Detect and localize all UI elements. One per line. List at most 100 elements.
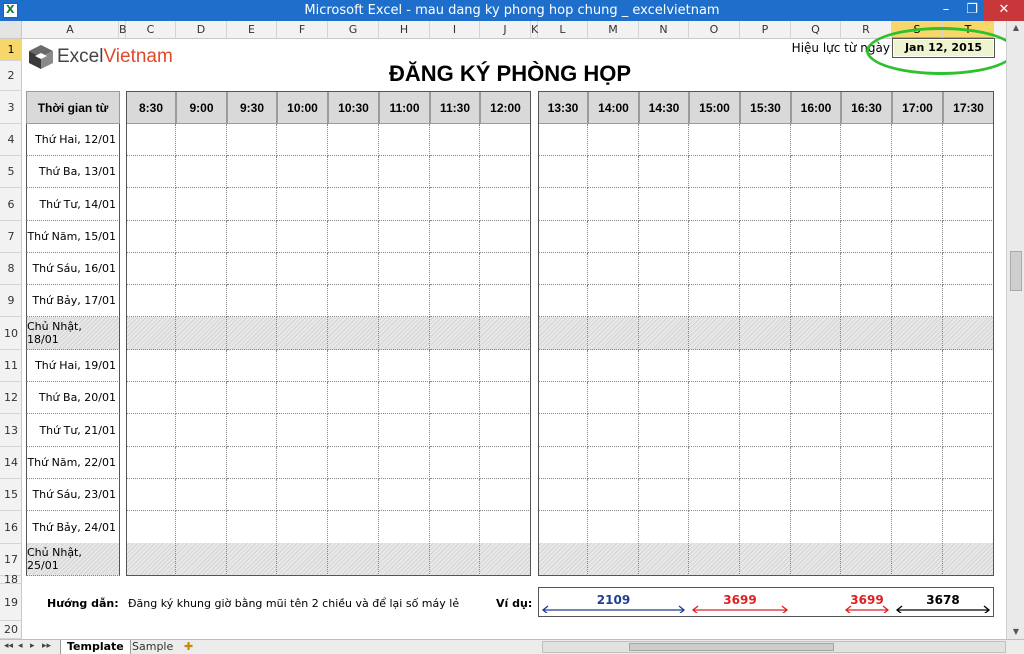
schedule-slot[interactable]	[892, 124, 943, 156]
schedule-slot[interactable]	[126, 414, 176, 447]
scroll-up-icon[interactable]: ▲	[1007, 23, 1024, 32]
row-header-3[interactable]: 3	[0, 91, 22, 124]
schedule-slot[interactable]	[841, 382, 892, 414]
schedule-slot[interactable]	[588, 511, 639, 544]
schedule-slot[interactable]	[588, 479, 639, 511]
schedule-slot[interactable]	[379, 156, 430, 188]
schedule-slot[interactable]	[379, 221, 430, 253]
schedule-slot[interactable]	[791, 414, 841, 447]
schedule-slot[interactable]	[126, 221, 176, 253]
schedule-slot[interactable]	[740, 285, 791, 317]
schedule-slot[interactable]	[740, 414, 791, 447]
schedule-slot[interactable]	[227, 447, 277, 479]
column-header-h[interactable]: H	[379, 21, 430, 39]
schedule-slot[interactable]	[379, 511, 430, 544]
schedule-slot[interactable]	[277, 253, 328, 285]
schedule-slot[interactable]	[639, 156, 689, 188]
schedule-slot[interactable]	[480, 156, 531, 188]
schedule-slot[interactable]	[943, 447, 994, 479]
schedule-slot[interactable]	[791, 511, 841, 544]
schedule-slot[interactable]	[588, 188, 639, 221]
schedule-slot[interactable]	[689, 124, 740, 156]
schedule-slot[interactable]	[227, 543, 277, 576]
schedule-slot[interactable]	[943, 511, 994, 544]
schedule-slot[interactable]	[328, 447, 379, 479]
schedule-slot[interactable]	[227, 156, 277, 188]
schedule-slot[interactable]	[588, 156, 639, 188]
schedule-slot[interactable]	[841, 511, 892, 544]
schedule-slot[interactable]	[430, 447, 480, 479]
column-header-l[interactable]: L	[538, 21, 588, 39]
row-header-8[interactable]: 8	[0, 253, 22, 285]
schedule-slot[interactable]	[892, 543, 943, 576]
schedule-slot[interactable]	[841, 317, 892, 350]
schedule-slot[interactable]	[538, 479, 588, 511]
new-sheet-icon[interactable]: ✚	[178, 640, 199, 654]
schedule-slot[interactable]	[277, 543, 328, 576]
schedule-slot[interactable]	[176, 253, 227, 285]
schedule-slot[interactable]	[430, 543, 480, 576]
schedule-slot[interactable]	[943, 382, 994, 414]
schedule-slot[interactable]	[430, 414, 480, 447]
horizontal-scrollbar[interactable]	[542, 641, 1006, 653]
schedule-slot[interactable]	[176, 317, 227, 350]
row-header-18[interactable]: 18	[0, 573, 22, 586]
schedule-slot[interactable]	[791, 382, 841, 414]
row-header-2[interactable]: 2	[0, 61, 22, 91]
row-header-16[interactable]: 16	[0, 511, 22, 544]
horizontal-scroll-thumb[interactable]	[629, 643, 834, 651]
row-header-7[interactable]: 7	[0, 221, 22, 253]
schedule-slot[interactable]	[379, 479, 430, 511]
schedule-slot[interactable]	[126, 124, 176, 156]
schedule-slot[interactable]	[430, 479, 480, 511]
schedule-slot[interactable]	[740, 447, 791, 479]
schedule-slot[interactable]	[639, 221, 689, 253]
schedule-slot[interactable]	[740, 317, 791, 350]
schedule-slot[interactable]	[328, 221, 379, 253]
row-header-17[interactable]: 17	[0, 543, 22, 576]
schedule-slot[interactable]	[639, 479, 689, 511]
schedule-slot[interactable]	[740, 188, 791, 221]
schedule-slot[interactable]	[277, 156, 328, 188]
schedule-slot[interactable]	[480, 221, 531, 253]
schedule-slot[interactable]	[639, 317, 689, 350]
schedule-slot[interactable]	[639, 382, 689, 414]
schedule-slot[interactable]	[277, 188, 328, 221]
schedule-slot[interactable]	[943, 253, 994, 285]
vertical-scrollbar[interactable]: ▲ ▼	[1006, 21, 1024, 639]
column-header-j[interactable]: J	[480, 21, 531, 39]
schedule-slot[interactable]	[126, 350, 176, 382]
schedule-slot[interactable]	[740, 511, 791, 544]
select-all-corner[interactable]	[0, 21, 22, 39]
schedule-slot[interactable]	[379, 253, 430, 285]
schedule-slot[interactable]	[480, 511, 531, 544]
schedule-slot[interactable]	[227, 382, 277, 414]
schedule-slot[interactable]	[791, 447, 841, 479]
schedule-slot[interactable]	[430, 285, 480, 317]
schedule-slot[interactable]	[943, 543, 994, 576]
schedule-slot[interactable]	[480, 414, 531, 447]
schedule-slot[interactable]	[430, 124, 480, 156]
row-header-12[interactable]: 12	[0, 382, 22, 414]
column-header-m[interactable]: M	[588, 21, 639, 39]
schedule-slot[interactable]	[639, 188, 689, 221]
schedule-slot[interactable]	[791, 350, 841, 382]
schedule-slot[interactable]	[227, 414, 277, 447]
schedule-slot[interactable]	[588, 221, 639, 253]
schedule-slot[interactable]	[588, 317, 639, 350]
schedule-slot[interactable]	[639, 511, 689, 544]
schedule-slot[interactable]	[841, 414, 892, 447]
row-header-14[interactable]: 14	[0, 447, 22, 479]
schedule-slot[interactable]	[588, 285, 639, 317]
schedule-slot[interactable]	[689, 156, 740, 188]
schedule-slot[interactable]	[740, 479, 791, 511]
schedule-slot[interactable]	[126, 382, 176, 414]
schedule-slot[interactable]	[892, 382, 943, 414]
schedule-slot[interactable]	[480, 543, 531, 576]
schedule-slot[interactable]	[639, 447, 689, 479]
schedule-slot[interactable]	[841, 124, 892, 156]
schedule-slot[interactable]	[126, 188, 176, 221]
schedule-slot[interactable]	[328, 124, 379, 156]
schedule-slot[interactable]	[277, 221, 328, 253]
schedule-slot[interactable]	[328, 317, 379, 350]
